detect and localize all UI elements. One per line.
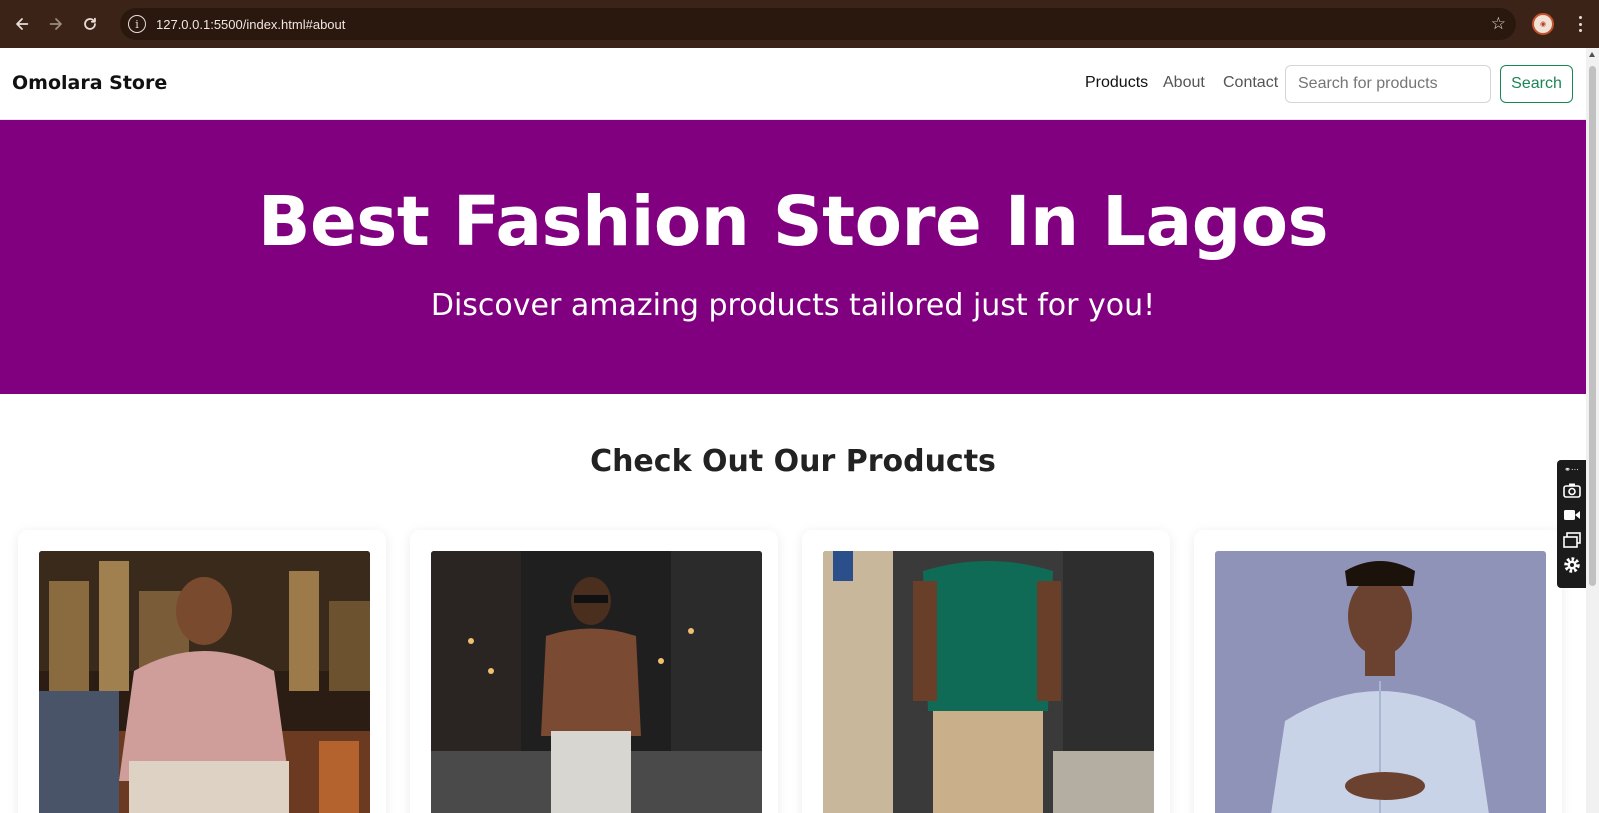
url-text[interactable]: 127.0.0.1:5500/index.html#about [156,17,345,32]
product-card[interactable] [18,530,386,813]
site-info-icon[interactable]: i [128,15,146,33]
product-card[interactable] [802,530,1170,813]
product-image[interactable] [1215,551,1546,813]
extension-toolbar: ⚭⋯ [1557,460,1586,588]
page-scrollbar[interactable] [1586,48,1599,813]
video-icon[interactable] [1562,504,1582,526]
extension-more-icon[interactable]: ⚭⋯ [1564,464,1579,476]
address-bar[interactable]: i 127.0.0.1:5500/index.html#about ☆ [120,8,1516,40]
nav-link-contact[interactable]: Contact [1223,74,1278,92]
gear-icon[interactable] [1562,554,1582,576]
hero-banner: Best Fashion Store In Lagos Discover ama… [0,120,1586,394]
scrollbar-thumb[interactable] [1589,66,1596,586]
product-card[interactable] [1194,530,1562,813]
product-image[interactable] [431,551,762,813]
hero-subtitle: Discover amazing products tailored just … [430,288,1156,323]
bookmark-star-icon[interactable]: ☆ [1491,14,1506,34]
products-section-title: Check Out Our Products [590,444,996,479]
nav-link-about[interactable]: About [1163,74,1205,92]
hero-title: Best Fashion Store In Lagos [257,182,1329,262]
product-card[interactable] [410,530,778,813]
browser-menu-icon[interactable] [1570,14,1590,34]
browser-toolbar: i 127.0.0.1:5500/index.html#about ☆ ◉ [0,0,1599,48]
product-image[interactable] [823,551,1154,813]
page-viewport: Omolara Store Products About Contact Sea… [0,48,1586,813]
forward-arrow-icon[interactable] [39,7,73,41]
back-arrow-icon[interactable] [5,7,39,41]
scroll-up-arrow-icon[interactable] [1589,52,1595,57]
profile-avatar[interactable]: ◉ [1532,13,1554,35]
product-image[interactable] [39,551,370,813]
site-navbar: Omolara Store Products About Contact Sea… [0,48,1586,120]
search-input[interactable] [1285,65,1491,103]
search-button[interactable]: Search [1500,65,1573,103]
reload-icon[interactable] [73,7,107,41]
camera-icon[interactable] [1562,479,1582,501]
window-capture-icon[interactable] [1562,529,1582,551]
nav-link-products[interactable]: Products [1085,74,1148,92]
brand-logo[interactable]: Omolara Store [12,72,167,94]
